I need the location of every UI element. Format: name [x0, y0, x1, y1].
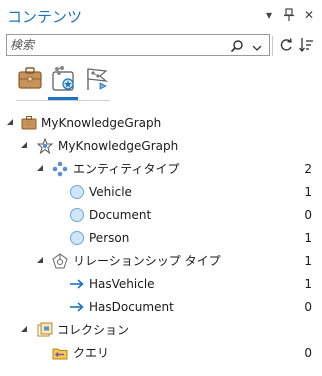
arrow-right-icon: [69, 299, 85, 315]
tabs-divider: [16, 100, 110, 101]
tree-item-label: HasDocument: [89, 300, 174, 314]
query-folder-icon: [52, 345, 68, 361]
item-count: 1: [304, 277, 312, 291]
tree-item-label: MyKnowledgeGraph: [58, 139, 179, 153]
tree-item-label: Document: [89, 208, 152, 222]
tree-item-label: Person: [89, 231, 130, 245]
graph-flag-icon: [87, 68, 108, 90]
tree-item-label: Vehicle: [89, 185, 132, 199]
expander-icon[interactable]: [37, 257, 43, 263]
tree-item-label: MyKnowledgeGraph: [41, 116, 162, 130]
tree-item-knowledge-graph[interactable]: MyKnowledgeGraph: [0, 135, 322, 157]
tree-item-relationship[interactable]: HasDocument 0: [0, 296, 322, 318]
contents-tree: MyKnowledgeGraph MyKnowledgeGraph エンティティ…: [0, 111, 322, 367]
sort-button[interactable]: [298, 34, 316, 56]
item-count: 2: [304, 162, 312, 176]
relationship-types-icon: [52, 253, 68, 269]
tab-selected-indicator: [48, 97, 78, 100]
item-count: 1: [304, 254, 312, 268]
tree-item-label: HasVehicle: [89, 277, 155, 291]
pin-icon[interactable]: [282, 8, 296, 22]
search-input[interactable]: [10, 37, 210, 53]
search-box[interactable]: [6, 34, 270, 56]
title-bar: コンテンツ ▾ ✕: [0, 0, 322, 30]
expander-icon[interactable]: [21, 142, 27, 148]
expander-icon[interactable]: [21, 326, 27, 332]
arrow-right-icon: [69, 276, 85, 292]
entity-circle-icon: [69, 184, 85, 200]
search-icon[interactable]: [230, 38, 244, 57]
tab-selection[interactable]: [82, 64, 112, 96]
tab-drawing-order[interactable]: [48, 64, 78, 96]
entity-circle-icon: [69, 230, 85, 246]
item-count: 0: [304, 346, 312, 360]
pane-title: コンテンツ: [7, 8, 83, 26]
sort-icon: [299, 38, 313, 53]
chevron-down-icon[interactable]: [251, 39, 263, 58]
tree-item-label: リレーションシップ タイプ: [73, 254, 221, 268]
briefcase-icon: [18, 67, 42, 89]
tree-item-label: エンティティタイプ: [73, 162, 180, 176]
briefcase-icon: [21, 115, 37, 131]
tree-item-label: クエリ: [73, 346, 110, 360]
refresh-button[interactable]: [277, 34, 295, 56]
item-count: 0: [304, 300, 312, 314]
tree-item-collection[interactable]: コレクション: [0, 319, 322, 341]
item-count: 1: [304, 185, 312, 199]
expander-icon[interactable]: [37, 165, 43, 171]
tree-item-entity[interactable]: Vehicle 1: [0, 181, 322, 203]
tab-data-source[interactable]: [16, 64, 46, 96]
tree-item-entity[interactable]: Document 0: [0, 204, 322, 226]
tree-item-query[interactable]: クエリ 0: [0, 342, 322, 364]
tree-item-relationship[interactable]: HasVehicle 1: [0, 273, 322, 295]
tree-item-project-graph[interactable]: MyKnowledgeGraph: [0, 112, 322, 134]
tree-item-entity-types[interactable]: エンティティタイプ 2: [0, 158, 322, 180]
collection-icon: [37, 322, 53, 338]
tree-item-label: コレクション: [57, 323, 130, 337]
item-count: 1: [304, 231, 312, 245]
entity-circle-icon: [69, 207, 85, 223]
item-count: 0: [304, 208, 312, 222]
expander-icon[interactable]: [7, 119, 13, 125]
close-icon[interactable]: ✕: [302, 8, 316, 22]
tree-item-relationship-types[interactable]: リレーションシップ タイプ 1: [0, 250, 322, 272]
chevron-down-icon[interactable]: ▾: [262, 8, 276, 22]
tree-item-entity[interactable]: Person 1: [0, 227, 322, 249]
graph-list-icon: [52, 66, 74, 91]
toolbar-divider: [272, 36, 273, 56]
refresh-icon: [280, 38, 292, 51]
entity-types-icon: [52, 161, 68, 177]
network-star-icon: [36, 137, 54, 155]
